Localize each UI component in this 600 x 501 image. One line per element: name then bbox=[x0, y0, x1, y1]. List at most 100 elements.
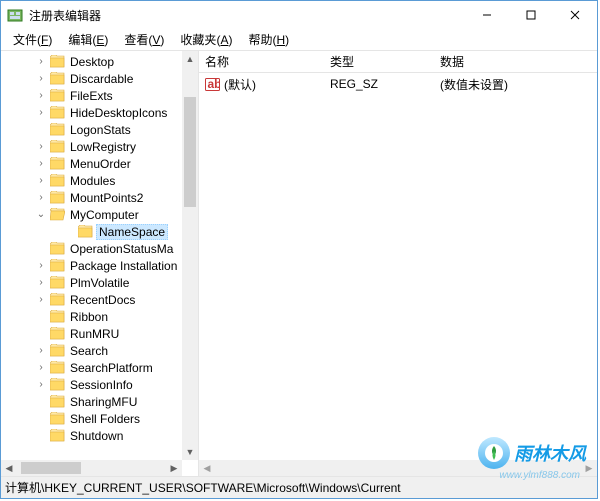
folder-icon bbox=[50, 259, 65, 272]
scrollbar-track[interactable] bbox=[215, 460, 581, 476]
folder-icon bbox=[50, 361, 65, 374]
expand-icon[interactable]: › bbox=[35, 90, 47, 101]
tree-item-label: MyComputer bbox=[68, 208, 141, 222]
menu-file[interactable]: 文件(F) bbox=[5, 29, 60, 50]
tree-item-mycomputer[interactable]: ⌄ MyComputer bbox=[1, 206, 182, 223]
menu-help[interactable]: 帮助(H) bbox=[240, 29, 297, 50]
list-horizontal-scrollbar[interactable]: ◀ ▶ bbox=[199, 460, 597, 476]
status-bar: 计算机\HKEY_CURRENT_USER\SOFTWARE\Microsoft… bbox=[1, 476, 597, 498]
tree-item-label: LogonStats bbox=[68, 123, 133, 137]
menu-edit[interactable]: 编辑(E) bbox=[60, 29, 116, 50]
scrollbar-thumb[interactable] bbox=[184, 97, 196, 207]
tree-item-desktop[interactable]: › Desktop bbox=[1, 53, 182, 70]
tree-item-logonstats[interactable]: ›LogonStats bbox=[1, 121, 182, 138]
tree-item-fileexts[interactable]: › FileExts bbox=[1, 87, 182, 104]
expand-icon[interactable]: › bbox=[35, 175, 47, 186]
scrollbar-track[interactable] bbox=[17, 460, 166, 476]
expand-icon[interactable]: › bbox=[35, 362, 47, 373]
scrollbar-thumb[interactable] bbox=[21, 462, 81, 474]
expand-icon[interactable]: › bbox=[35, 73, 47, 84]
tree-item-runmru[interactable]: ›RunMRU bbox=[1, 325, 182, 342]
tree-item-shutdown[interactable]: ›Shutdown bbox=[1, 427, 182, 444]
expand-icon[interactable]: › bbox=[35, 141, 47, 152]
tree-item-label: Desktop bbox=[68, 55, 116, 69]
registry-editor-window: 注册表编辑器 文件(F) 编辑(E) 查看(V) 收藏夹(A) 帮助(H) ›D… bbox=[0, 0, 598, 499]
tree-item-label: SearchPlatform bbox=[68, 361, 155, 375]
expand-icon[interactable]: › bbox=[35, 294, 47, 305]
value-type: REG_SZ bbox=[324, 77, 434, 91]
tree-item-ribbon[interactable]: ›Ribbon bbox=[1, 308, 182, 325]
tree-item-sharingmfu[interactable]: ›SharingMFU bbox=[1, 393, 182, 410]
folder-icon bbox=[50, 242, 65, 255]
tree-item-searchplatform[interactable]: › SearchPlatform bbox=[1, 359, 182, 376]
menu-view[interactable]: 查看(V) bbox=[116, 29, 172, 50]
tree-item-plmvolatile[interactable]: ›PlmVolatile bbox=[1, 274, 182, 291]
expand-icon[interactable]: › bbox=[35, 379, 47, 390]
minimize-button[interactable] bbox=[465, 1, 509, 29]
folder-icon bbox=[50, 174, 65, 187]
app-icon bbox=[7, 7, 23, 23]
column-header-name[interactable]: 名称 bbox=[199, 53, 324, 70]
tree-item-label: MountPoints2 bbox=[68, 191, 145, 205]
tree-item-namespace[interactable]: ›NameSpace bbox=[1, 223, 182, 240]
value-data: (数值未设置) bbox=[434, 76, 597, 93]
list-row[interactable]: ab (默认) REG_SZ (数值未设置) bbox=[199, 75, 597, 93]
expand-icon[interactable]: › bbox=[35, 107, 47, 118]
folder-icon bbox=[50, 123, 65, 136]
tree-item-package-installation[interactable]: ›Package Installation bbox=[1, 257, 182, 274]
folder-icon bbox=[78, 225, 93, 238]
tree-item-search[interactable]: ›Search bbox=[1, 342, 182, 359]
folder-icon bbox=[50, 395, 65, 408]
tree-item-label: RunMRU bbox=[68, 327, 121, 341]
folder-icon bbox=[50, 106, 65, 119]
tree-item-shell-folders[interactable]: ›Shell Folders bbox=[1, 410, 182, 427]
titlebar[interactable]: 注册表编辑器 bbox=[1, 1, 597, 29]
list-header: 名称 类型 数据 bbox=[199, 51, 597, 73]
folder-icon bbox=[50, 327, 65, 340]
folder-icon bbox=[50, 55, 65, 68]
tree-item-modules[interactable]: › Modules bbox=[1, 172, 182, 189]
scrollbar-track[interactable] bbox=[182, 67, 198, 444]
expand-icon[interactable]: › bbox=[35, 277, 47, 288]
scrollbar-up-arrow[interactable]: ▲ bbox=[182, 51, 198, 67]
collapse-icon[interactable]: ⌄ bbox=[35, 209, 47, 220]
tree-item-label: RecentDocs bbox=[68, 293, 137, 307]
tree-item-label: FileExts bbox=[68, 89, 115, 103]
tree-item-discardable[interactable]: ›Discardable bbox=[1, 70, 182, 87]
tree-item-label: Ribbon bbox=[68, 310, 110, 324]
list-body[interactable]: ab (默认) REG_SZ (数值未设置) bbox=[199, 73, 597, 93]
tree-item-mountpoints2[interactable]: › MountPoints2 bbox=[1, 189, 182, 206]
tree-item-lowregistry[interactable]: ›LowRegistry bbox=[1, 138, 182, 155]
expand-icon[interactable]: › bbox=[35, 192, 47, 203]
tree-item-menuorder[interactable]: ›MenuOrder bbox=[1, 155, 182, 172]
tree-view[interactable]: ›Desktop›Discardable›FileExts›HideDeskto… bbox=[1, 51, 182, 460]
close-button[interactable] bbox=[553, 1, 597, 29]
content-area: ›Desktop›Discardable›FileExts›HideDeskto… bbox=[1, 51, 597, 476]
expand-icon[interactable]: › bbox=[35, 158, 47, 169]
folder-icon bbox=[50, 310, 65, 323]
tree-item-label: Modules bbox=[68, 174, 117, 188]
scrollbar-left-arrow[interactable]: ◀ bbox=[1, 460, 17, 476]
expand-icon[interactable]: › bbox=[35, 260, 47, 271]
tree-item-operationstatusma[interactable]: ›OperationStatusMa bbox=[1, 240, 182, 257]
maximize-button[interactable] bbox=[509, 1, 553, 29]
expand-icon[interactable]: › bbox=[35, 345, 47, 356]
scrollbar-right-arrow[interactable]: ▶ bbox=[581, 460, 597, 476]
tree-horizontal-scrollbar[interactable]: ◀ ▶ bbox=[1, 460, 182, 476]
menu-favorites[interactable]: 收藏夹(A) bbox=[172, 29, 240, 50]
tree-item-label: NameSpace bbox=[96, 224, 168, 240]
scrollbar-down-arrow[interactable]: ▼ bbox=[182, 444, 198, 460]
scrollbar-right-arrow[interactable]: ▶ bbox=[166, 460, 182, 476]
column-header-type[interactable]: 类型 bbox=[324, 53, 434, 70]
folder-icon bbox=[50, 412, 65, 425]
tree-item-hidedesktopicons[interactable]: ›HideDesktopIcons bbox=[1, 104, 182, 121]
tree-vertical-scrollbar[interactable]: ▲ ▼ bbox=[182, 51, 198, 460]
expand-icon[interactable]: › bbox=[35, 56, 47, 67]
folder-icon bbox=[50, 140, 65, 153]
column-header-data[interactable]: 数据 bbox=[434, 53, 597, 70]
tree-item-label: SessionInfo bbox=[68, 378, 135, 392]
tree-item-label: OperationStatusMa bbox=[68, 242, 175, 256]
scrollbar-left-arrow[interactable]: ◀ bbox=[199, 460, 215, 476]
tree-item-sessioninfo[interactable]: › SessionInfo bbox=[1, 376, 182, 393]
tree-item-recentdocs[interactable]: › RecentDocs bbox=[1, 291, 182, 308]
